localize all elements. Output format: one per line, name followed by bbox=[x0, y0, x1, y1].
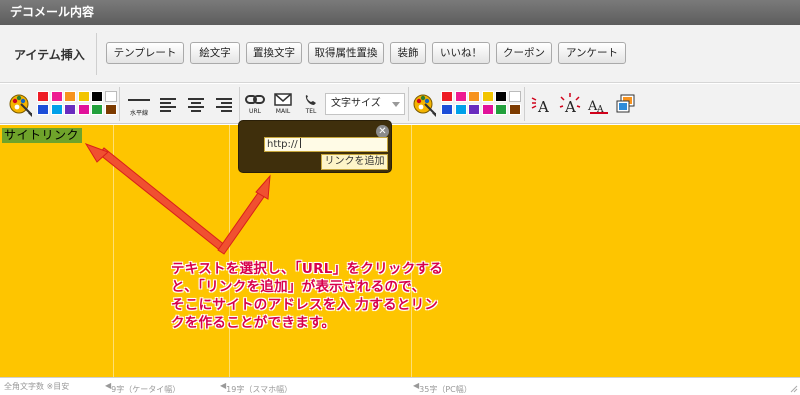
color-swatch[interactable] bbox=[91, 104, 103, 115]
mark-19-text: 19字（スマホ幅） bbox=[226, 385, 293, 394]
align-center-icon[interactable] bbox=[183, 90, 209, 118]
color-swatch[interactable] bbox=[468, 91, 480, 102]
resize-grip-icon[interactable] bbox=[789, 384, 798, 393]
text-size-aa-icon[interactable]: AA bbox=[585, 90, 611, 118]
color-swatch[interactable] bbox=[481, 104, 494, 115]
emoji-button[interactable]: 絵文字 bbox=[190, 42, 240, 64]
decoration-button[interactable]: 装飾 bbox=[390, 42, 426, 64]
template-button[interactable]: テンプレート bbox=[106, 42, 184, 64]
guide-line-9 bbox=[113, 125, 114, 377]
color-swatch[interactable] bbox=[91, 91, 103, 102]
mark-19-label: ◀ 19字（スマホ幅） bbox=[220, 381, 293, 394]
color-swatch[interactable] bbox=[495, 104, 507, 115]
url-link-button[interactable]: URL bbox=[242, 90, 268, 118]
divider bbox=[239, 87, 240, 121]
text-color-palette-icon[interactable] bbox=[7, 90, 35, 118]
align-left-icon[interactable] bbox=[155, 90, 181, 118]
status-bar: 全角文字数 ※目安 ◀ 9字（ケータイ幅） ◀ 19字（スマホ幅） ◀ 35字（… bbox=[0, 377, 800, 395]
color-swatch[interactable] bbox=[441, 104, 453, 115]
format-toolbar: 水平線 URL MAIL TEL 文字サイズ A A A A bbox=[0, 84, 800, 124]
color-swatch[interactable] bbox=[50, 91, 63, 102]
window-title: デコメール内容 bbox=[10, 5, 95, 19]
background-color-palette-icon[interactable] bbox=[411, 90, 439, 118]
link-popup: ✕ http:// リンクを追加 bbox=[238, 120, 392, 173]
color-swatch[interactable] bbox=[468, 104, 480, 115]
color-swatch[interactable] bbox=[104, 91, 117, 102]
svg-text:A: A bbox=[564, 98, 576, 116]
text-cursor bbox=[299, 138, 301, 148]
color-swatch[interactable] bbox=[64, 91, 76, 102]
like-button[interactable]: いいね！ bbox=[432, 42, 490, 64]
color-swatch[interactable] bbox=[441, 91, 453, 102]
divider bbox=[524, 87, 525, 121]
color-swatch[interactable] bbox=[37, 91, 49, 102]
color-swatch[interactable] bbox=[104, 104, 117, 115]
divider bbox=[96, 33, 97, 75]
color-swatch[interactable] bbox=[495, 91, 507, 102]
coupon-button[interactable]: クーポン bbox=[496, 42, 552, 64]
text-sparkle-a-icon[interactable]: A bbox=[557, 90, 583, 118]
chevron-down-icon bbox=[392, 102, 400, 107]
guide-line-35 bbox=[411, 125, 412, 377]
item-insert-label: アイテム挿入 bbox=[14, 48, 85, 62]
divider bbox=[408, 87, 409, 121]
guide-line-19 bbox=[229, 125, 230, 377]
color-swatch[interactable] bbox=[64, 104, 76, 115]
title-bar: デコメール内容 bbox=[0, 0, 800, 25]
selected-link-text[interactable]: サイトリンク bbox=[2, 128, 83, 143]
url-input-value: http:// bbox=[267, 139, 298, 150]
survey-button[interactable]: アンケート bbox=[558, 42, 626, 64]
text-effect-a-icon[interactable]: A bbox=[529, 90, 555, 118]
horizontal-rule-button[interactable]: 水平線 bbox=[125, 90, 153, 118]
image-insert-icon[interactable] bbox=[613, 90, 639, 118]
mark-9-label: ◀ 9字（ケータイ幅） bbox=[105, 381, 181, 394]
item-insert-bar: アイテム挿入 テンプレート 絵文字 置換文字 取得属性置換 装飾 いいね！ クー… bbox=[0, 25, 800, 83]
mark-9-text: 9字（ケータイ幅） bbox=[111, 385, 181, 394]
align-right-icon[interactable] bbox=[211, 90, 237, 118]
url-input[interactable]: http:// bbox=[264, 137, 388, 152]
tel-label: TEL bbox=[305, 108, 317, 115]
hr-label: 水平線 bbox=[129, 110, 148, 117]
color-swatch[interactable] bbox=[454, 104, 467, 115]
mail-link-button[interactable]: MAIL bbox=[270, 90, 296, 118]
char-count-label: 全角文字数 ※目安 bbox=[4, 382, 70, 391]
instruction-annotation: テキストを選択し、「URL」をクリックする と、「リンクを追加」が表示されるので… bbox=[171, 261, 444, 331]
attribute-replace-button[interactable]: 取得属性置換 bbox=[308, 42, 384, 64]
font-size-select[interactable]: 文字サイズ bbox=[325, 93, 405, 115]
mark-35-label: ◀ 35字（PC幅） bbox=[413, 381, 472, 394]
color-swatch[interactable] bbox=[50, 104, 63, 115]
color-swatch[interactable] bbox=[454, 91, 467, 102]
mark-35-text: 35字（PC幅） bbox=[419, 385, 472, 394]
mail-label: MAIL bbox=[275, 108, 291, 115]
url-label: URL bbox=[249, 108, 261, 115]
color-swatch[interactable] bbox=[481, 91, 494, 102]
color-swatch[interactable] bbox=[77, 104, 90, 115]
add-link-button[interactable]: リンクを追加 bbox=[321, 154, 388, 170]
divider bbox=[119, 87, 120, 121]
color-swatch[interactable] bbox=[508, 104, 521, 115]
tel-link-button[interactable]: TEL bbox=[298, 90, 324, 118]
color-swatch[interactable] bbox=[77, 91, 90, 102]
replace-text-button[interactable]: 置換文字 bbox=[246, 42, 302, 64]
color-swatch[interactable] bbox=[508, 91, 521, 102]
editor-canvas[interactable]: サイトリンク bbox=[0, 125, 800, 377]
svg-text:A: A bbox=[537, 98, 549, 116]
font-size-value: 文字サイズ bbox=[331, 98, 381, 109]
color-swatch[interactable] bbox=[37, 104, 49, 115]
